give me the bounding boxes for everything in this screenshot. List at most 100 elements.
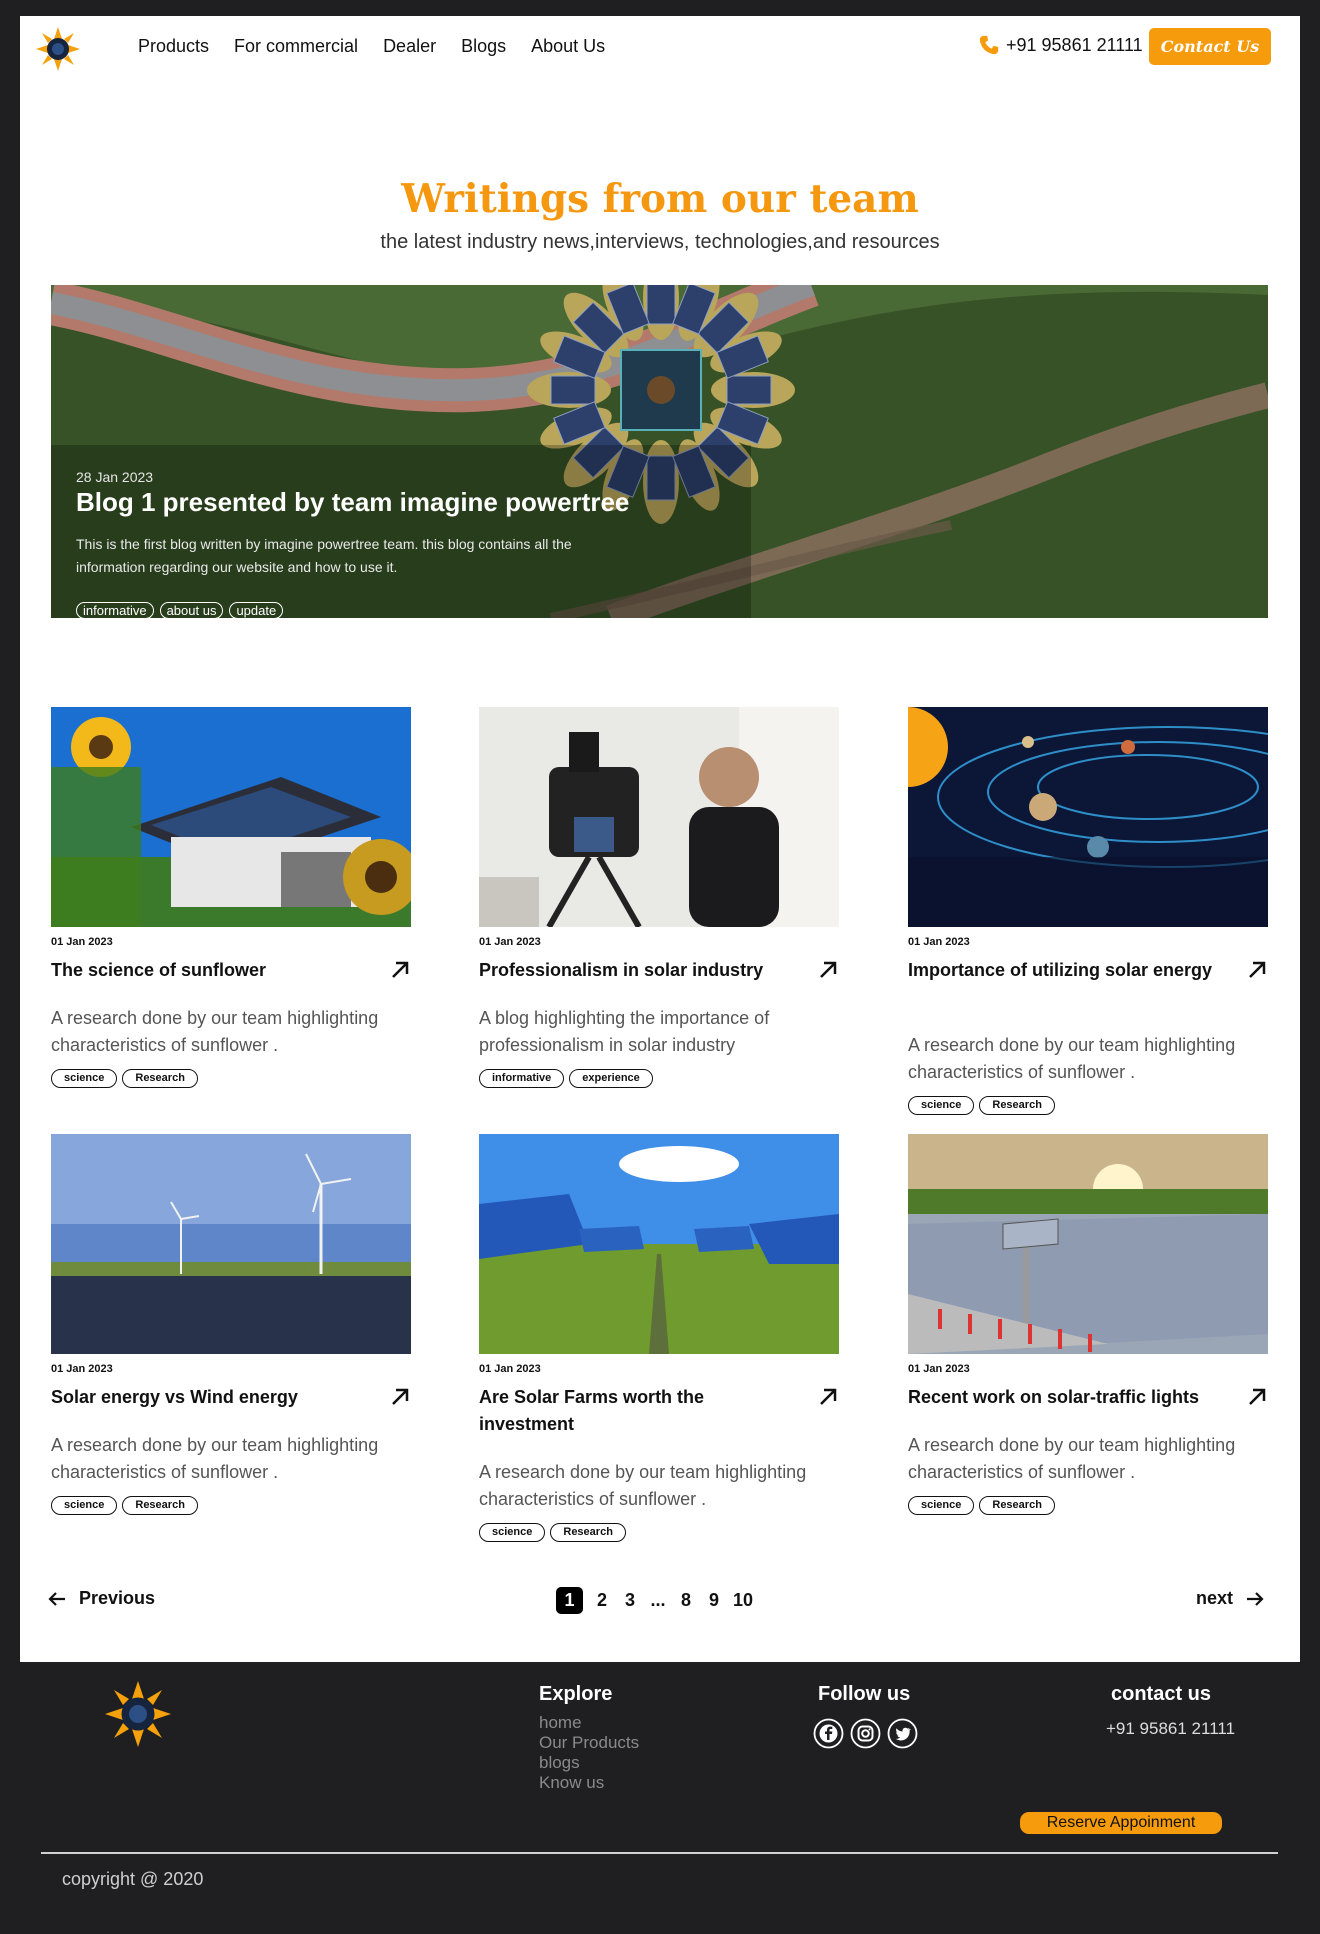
blog-card-description: A research done by our team highlighting… (908, 1035, 1236, 1082)
blog-card-date: 01 Jan 2023 (908, 1363, 970, 1375)
footer-link-blogs[interactable]: blogs (539, 1753, 639, 1773)
blog-card-image (51, 707, 411, 927)
tag-science[interactable]: science (479, 1523, 546, 1542)
blog-card-tags: science Research (908, 1096, 1055, 1115)
page-9-button[interactable]: 9 (705, 1590, 723, 1611)
nav-dealer[interactable]: Dealer (383, 36, 436, 57)
featured-description: This is the first blog written by imagin… (76, 536, 572, 575)
contact-us-button[interactable]: Contact Us (1149, 28, 1271, 65)
nav-about-us[interactable]: About Us (531, 36, 605, 57)
tag-research[interactable]: Research (122, 1069, 198, 1088)
blog-card-image (479, 1134, 839, 1354)
blog-card-tags: informative experience (479, 1069, 653, 1088)
blog-card-title[interactable]: The science of sunflower (51, 957, 371, 984)
page-ellipsis: ... (650, 1590, 666, 1610)
header-phone-number: +91 95861 21111 (1006, 34, 1143, 55)
arrow-up-right-icon[interactable] (817, 1386, 839, 1408)
twitter-icon[interactable] (887, 1718, 918, 1749)
previous-label: Previous (79, 1588, 156, 1608)
tag-science[interactable]: science (51, 1496, 118, 1515)
reserve-appointment-button[interactable]: Reserve Appoinment (1020, 1812, 1222, 1834)
nav-products[interactable]: Products (138, 36, 209, 57)
blog-card-image (908, 707, 1268, 927)
copyright-text: copyright @ 2020 (62, 1869, 204, 1889)
page-1-button[interactable]: 1 (556, 1587, 583, 1614)
arrow-up-right-icon[interactable] (817, 959, 839, 981)
footer-phone[interactable]: +91 95861 21111 (1106, 1719, 1235, 1739)
blog-card-date: 01 Jan 2023 (908, 936, 970, 948)
blog-card-image (51, 1134, 411, 1354)
tag-science[interactable]: science (908, 1496, 975, 1515)
footer-explore-links: home Our Products blogs Know us (539, 1713, 639, 1793)
tag-science[interactable]: science (51, 1069, 118, 1088)
arrow-up-right-icon[interactable] (1246, 1386, 1268, 1408)
tag-experience[interactable]: experience (569, 1069, 653, 1088)
instagram-icon[interactable] (850, 1718, 881, 1749)
footer-link-our-products[interactable]: Our Products (539, 1733, 639, 1753)
arrow-left-icon (48, 1591, 65, 1606)
next-page-button[interactable]: next (1196, 1588, 1265, 1609)
blog-card-title[interactable]: Professionalism in solar industry (479, 957, 799, 984)
featured-post[interactable]: 28 Jan 2023 Blog 1 presented by team ima… (51, 285, 1268, 618)
tag-research[interactable]: Research (979, 1096, 1055, 1115)
footer-sunflower-logo-icon[interactable] (102, 1678, 174, 1750)
tag-informative[interactable]: informative (76, 602, 154, 618)
blog-card-description: A research done by our team highlighting… (51, 1435, 379, 1482)
sunflower-logo-icon[interactable] (34, 25, 82, 73)
blog-card-date: 01 Jan 2023 (479, 936, 541, 948)
phone-icon (979, 35, 999, 55)
footer-contact-title: contact us (1111, 1683, 1212, 1705)
footer-social-icons (813, 1718, 918, 1749)
blog-card-tags: science Research (908, 1496, 1055, 1515)
blog-card[interactable]: 01 Jan 2023 Solar energy vs Wind energy … (51, 1134, 413, 1515)
tag-science[interactable]: science (908, 1096, 975, 1115)
tag-informative[interactable]: informative (479, 1069, 565, 1088)
blog-card[interactable]: 01 Jan 2023 Professionalism in solar ind… (479, 707, 841, 1088)
blog-card-title[interactable]: Solar energy vs Wind energy (51, 1384, 371, 1411)
blog-card[interactable]: 01 Jan 2023 The science of sunflower A r… (51, 707, 413, 1088)
footer-link-know-us[interactable]: Know us (539, 1773, 639, 1793)
blog-card-title[interactable]: Importance of utilizing solar energy (908, 957, 1228, 984)
featured-title[interactable]: Blog 1 presented by team imagine powertr… (76, 487, 629, 518)
footer-follow-title: Follow us (818, 1683, 911, 1705)
tag-research[interactable]: Research (550, 1523, 626, 1542)
previous-page-button[interactable]: Previous (47, 1588, 155, 1609)
blog-card-image (908, 1134, 1268, 1354)
pagination: 1 2 3 ... 8 9 10 (556, 1587, 753, 1614)
blog-card-title[interactable]: Are Solar Farms worth the investment (479, 1384, 799, 1438)
blog-card[interactable]: 01 Jan 2023 Are Solar Farms worth the in… (479, 1134, 841, 1542)
blog-card-tags: science Research (51, 1496, 198, 1515)
blog-card-tags: science Research (479, 1523, 626, 1542)
blog-card-description: A research done by our team highlighting… (479, 1462, 807, 1509)
page-3-button[interactable]: 3 (621, 1590, 639, 1611)
page-8-button[interactable]: 8 (677, 1590, 695, 1611)
blog-card-title[interactable]: Recent work on solar-traffic lights (908, 1384, 1238, 1411)
page-10-button[interactable]: 10 (733, 1590, 753, 1611)
blog-card-date: 01 Jan 2023 (51, 936, 113, 948)
tag-update[interactable]: update (229, 602, 284, 618)
nav-for-commercial[interactable]: For commercial (234, 36, 358, 57)
blog-card-tags: science Research (51, 1069, 198, 1088)
tag-research[interactable]: Research (122, 1496, 198, 1515)
blog-card[interactable]: 01 Jan 2023 Recent work on solar-traffic… (908, 1134, 1270, 1515)
blog-card-description: A blog highlighting the importance of pr… (479, 1008, 770, 1055)
page-container: Products For commercial Dealer Blogs Abo… (20, 16, 1300, 1662)
blog-card[interactable]: 01 Jan 2023 Importance of utilizing sola… (908, 707, 1270, 1115)
footer-divider (41, 1852, 1278, 1854)
blog-card-date: 01 Jan 2023 (51, 1363, 113, 1375)
footer-link-home[interactable]: home (539, 1713, 639, 1733)
footer-explore-title: Explore (539, 1683, 613, 1705)
page-title: Writings from our team (401, 176, 919, 222)
tag-about-us[interactable]: about us (159, 602, 224, 618)
main-nav: Products For commercial Dealer Blogs Abo… (138, 36, 605, 57)
arrow-up-right-icon[interactable] (389, 959, 411, 981)
arrow-up-right-icon[interactable] (389, 1386, 411, 1408)
featured-date: 28 Jan 2023 (76, 469, 154, 485)
nav-blogs[interactable]: Blogs (461, 36, 506, 57)
header-phone[interactable]: +91 95861 21111 (978, 34, 1143, 56)
facebook-icon[interactable] (813, 1718, 844, 1749)
tag-research[interactable]: Research (979, 1496, 1055, 1515)
arrow-up-right-icon[interactable] (1246, 959, 1268, 981)
page-2-button[interactable]: 2 (593, 1590, 611, 1611)
arrow-right-icon (1247, 1591, 1264, 1606)
